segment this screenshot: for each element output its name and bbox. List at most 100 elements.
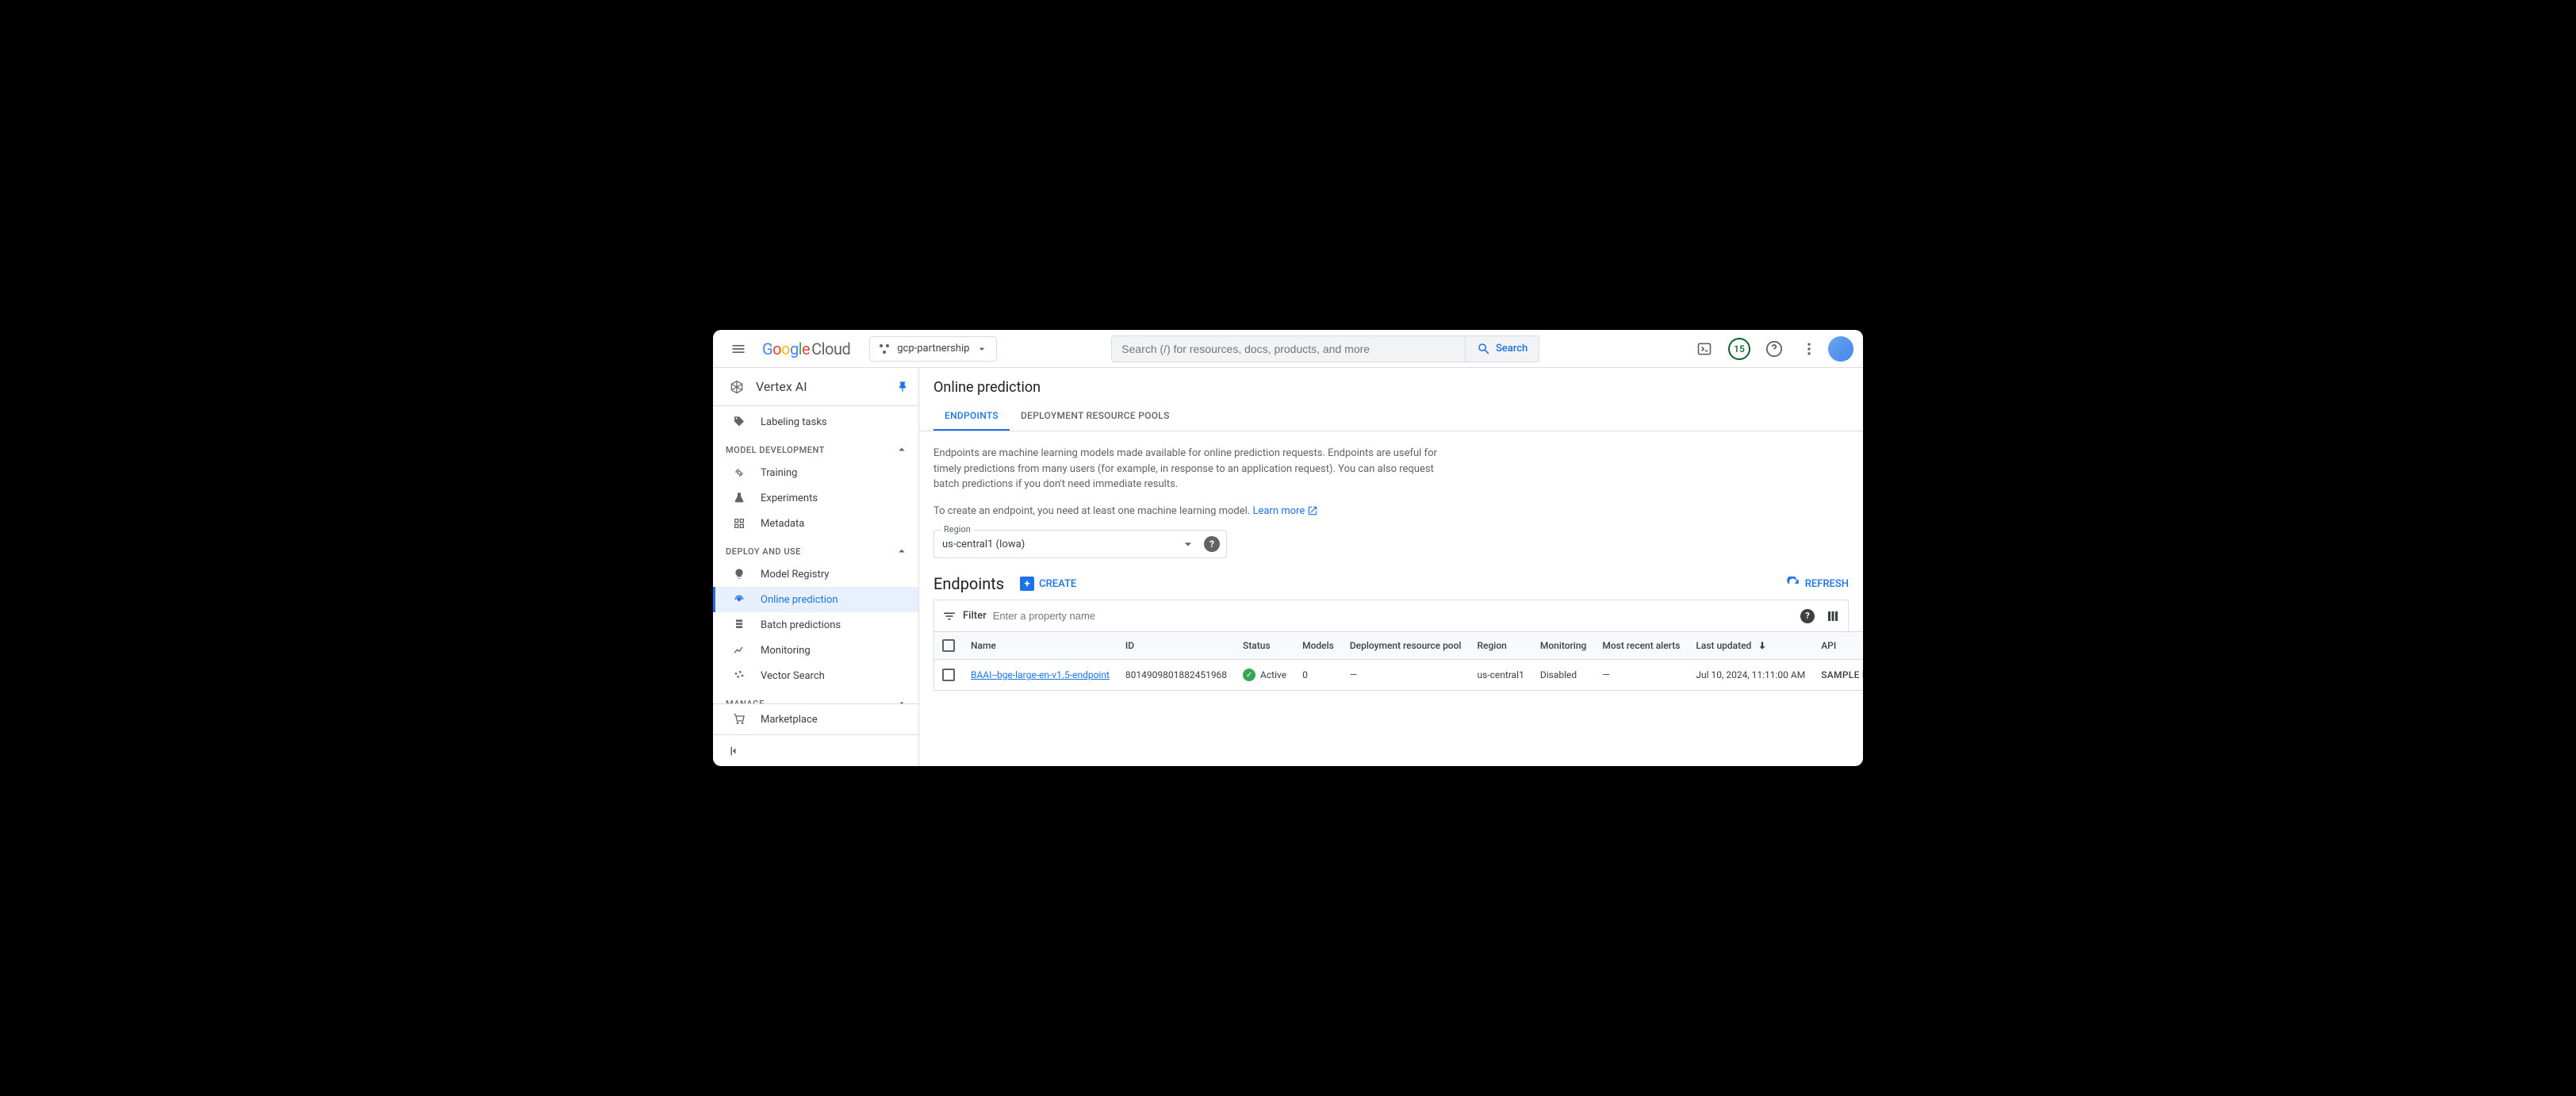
col-most-recent-alerts[interactable]: Most recent alerts <box>1594 632 1688 660</box>
learn-more-link[interactable]: Learn more <box>1252 505 1318 517</box>
refresh-button[interactable]: REFRESH <box>1786 577 1849 591</box>
col-id[interactable]: ID <box>1117 632 1235 660</box>
refresh-icon <box>1786 577 1800 591</box>
scatter-icon <box>732 669 746 683</box>
app-body: Vertex AI Labeling tasks MODEL DEVELOPME… <box>713 368 1863 766</box>
search-box: Search <box>1111 335 1539 362</box>
tab-deployment-resource-pools[interactable]: DEPLOYMENT RESOURCE POOLS <box>1010 402 1181 431</box>
app-header: Google Cloud gcp-partnership Search 15 <box>713 330 1863 368</box>
sidebar-item-monitoring[interactable]: Monitoring <box>713 638 918 663</box>
project-name: gcp-partnership <box>897 343 969 354</box>
sidebar-item-model-registry[interactable]: Model Registry <box>713 561 918 587</box>
create-label: CREATE <box>1039 578 1076 590</box>
search-button[interactable]: Search <box>1465 336 1539 362</box>
sidebar-item-label: Metadata <box>761 518 804 530</box>
header-actions: 15 <box>1689 333 1853 365</box>
sidebar-item-label: Vector Search <box>761 670 825 682</box>
region-picker[interactable]: Region us-central1 (Iowa) ? <box>933 530 1227 558</box>
col-last-updated-label: Last updated <box>1696 640 1751 651</box>
status-active-icon: ✓ <box>1243 669 1255 681</box>
sidebar-item-label: Model Registry <box>761 569 829 581</box>
description-para-1: Endpoints are machine learning models ma… <box>933 446 1449 492</box>
search-button-label: Search <box>1496 343 1528 354</box>
sidebar-section-manage[interactable]: MANAGE <box>713 688 918 703</box>
create-endpoint-button[interactable]: + CREATE <box>1020 577 1076 591</box>
sidebar: Vertex AI Labeling tasks MODEL DEVELOPME… <box>713 368 919 766</box>
sample-request-link[interactable]: SAMPLE REQUEST <box>1821 669 1863 680</box>
product-name: Vertex AI <box>756 379 885 394</box>
filter-help-button[interactable]: ? <box>1800 609 1815 623</box>
status-chip: ✓ Active <box>1243 669 1286 681</box>
chevron-up-icon <box>895 544 909 558</box>
col-status[interactable]: Status <box>1235 632 1294 660</box>
sidebar-item-experiments[interactable]: Experiments <box>713 485 918 511</box>
collapse-icon <box>727 744 742 758</box>
filter-input[interactable] <box>993 610 1794 622</box>
broadcast-icon <box>732 466 746 480</box>
endpoints-title: Endpoints <box>933 574 1004 593</box>
col-monitoring[interactable]: Monitoring <box>1532 632 1595 660</box>
account-avatar[interactable] <box>1828 336 1853 362</box>
help-button[interactable] <box>1758 333 1790 365</box>
grid-icon <box>732 516 746 531</box>
select-all-checkbox[interactable] <box>942 639 955 652</box>
plus-icon: + <box>1020 577 1034 591</box>
external-link-icon <box>1307 505 1318 516</box>
app-window: Google Cloud gcp-partnership Search 15 <box>713 330 1863 766</box>
sidebar-item-batch-predictions[interactable]: Batch predictions <box>713 612 918 638</box>
sidebar-item-label: Experiments <box>761 492 818 504</box>
region-help-button[interactable]: ? <box>1204 536 1220 552</box>
pin-icon[interactable] <box>896 381 909 393</box>
sidebar-collapse-button[interactable] <box>713 734 918 766</box>
col-name[interactable]: Name <box>963 632 1117 660</box>
lightbulb-icon <box>732 567 746 581</box>
refresh-label: REFRESH <box>1805 578 1849 590</box>
search-input[interactable] <box>1112 343 1465 355</box>
page-title: Online prediction <box>933 379 1849 396</box>
tabs: ENDPOINTS DEPLOYMENT RESOURCE POOLS <box>919 402 1863 431</box>
sidebar-section-deploy-use[interactable]: DEPLOY AND USE <box>713 536 918 561</box>
sidebar-item-labeling-tasks[interactable]: Labeling tasks <box>713 409 918 435</box>
trial-status-button[interactable]: 15 <box>1723 333 1755 365</box>
sidebar-bottom: Marketplace <box>713 703 918 734</box>
google-cloud-logo[interactable]: Google Cloud <box>762 339 850 358</box>
cell-monitoring: Disabled <box>1532 660 1595 691</box>
row-checkbox[interactable] <box>942 669 955 681</box>
cell-last-updated: Jul 10, 2024, 11:11:00 AM <box>1688 660 1813 691</box>
description-para-2-text: To create an endpoint, you need at least… <box>933 505 1252 517</box>
col-deployment-resource-pool[interactable]: Deployment resource pool <box>1342 632 1470 660</box>
sidebar-item-online-prediction[interactable]: Online prediction <box>713 587 918 612</box>
col-region[interactable]: Region <box>1470 632 1532 660</box>
col-api[interactable]: API <box>1813 632 1863 660</box>
col-last-updated[interactable]: Last updated <box>1688 632 1813 660</box>
cell-region: us-central1 <box>1470 660 1532 691</box>
cell-models: 0 <box>1294 660 1342 691</box>
sidebar-item-marketplace[interactable]: Marketplace <box>713 704 918 734</box>
project-picker[interactable]: gcp-partnership <box>869 336 997 362</box>
sidebar-item-label: Labeling tasks <box>761 416 827 428</box>
endpoints-table: Name ID Status Models Deployment resourc… <box>933 631 1863 691</box>
col-models[interactable]: Models <box>1294 632 1342 660</box>
sidebar-item-metadata[interactable]: Metadata <box>713 511 918 536</box>
sidebar-item-training[interactable]: Training <box>713 460 918 485</box>
sidebar-item-vector-search[interactable]: Vector Search <box>713 663 918 688</box>
endpoint-name-link[interactable]: BAAI--bge-large-en-v1.5-endpoint <box>971 669 1110 680</box>
sidebar-item-label: Marketplace <box>761 714 818 726</box>
more-button[interactable] <box>1793 333 1825 365</box>
page-header: Online prediction <box>919 368 1863 396</box>
hamburger-menu-button[interactable] <box>723 333 754 365</box>
section-label: MODEL DEVELOPMENT <box>726 445 825 455</box>
dropdown-icon <box>976 343 988 355</box>
column-settings-icon[interactable] <box>1826 609 1840 623</box>
cell-deployment-resource-pool: — <box>1342 660 1470 691</box>
cell-most-recent-alerts: — <box>1594 660 1688 691</box>
help-icon <box>1765 340 1783 358</box>
tab-endpoints[interactable]: ENDPOINTS <box>933 402 1010 431</box>
learn-more-label: Learn more <box>1252 505 1305 517</box>
cloud-shell-button[interactable] <box>1689 333 1720 365</box>
status-label: Active <box>1260 669 1286 680</box>
sidebar-section-model-development[interactable]: MODEL DEVELOPMENT <box>713 435 918 460</box>
stack-icon <box>732 618 746 632</box>
sidebar-header: Vertex AI <box>713 368 918 406</box>
more-vert-icon <box>1801 341 1817 357</box>
